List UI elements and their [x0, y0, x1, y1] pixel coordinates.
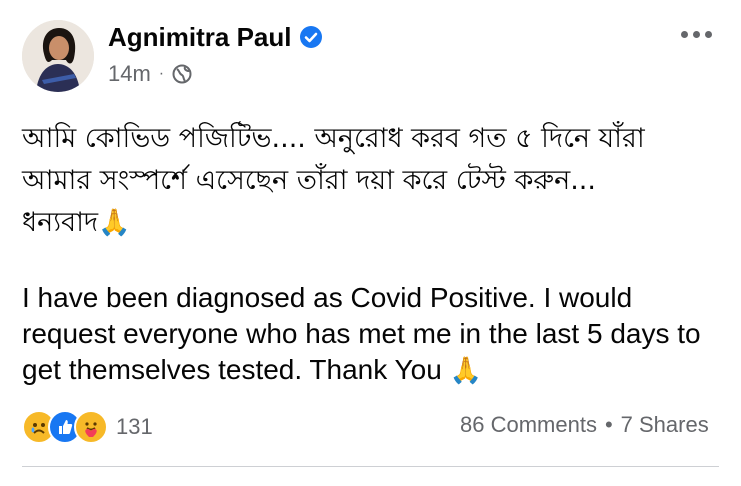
avatar[interactable]	[22, 20, 94, 92]
author-row: Agnimitra Paul	[108, 20, 323, 54]
reactions-summary[interactable]: 131	[22, 410, 153, 444]
folded-hands-icon: 🙏	[98, 208, 131, 238]
text-line: I have been diagnosed as Covid Positive.…	[22, 282, 633, 313]
dot-icon	[704, 30, 712, 38]
post-text-english: I have been diagnosed as Covid Positive.…	[22, 280, 722, 388]
text-line: আমি কোভিড পজিটিভ.... অনুরোধ করব গত ৫ দিন…	[22, 123, 645, 154]
more-options-button[interactable]	[676, 24, 716, 44]
profile-photo-icon	[22, 20, 94, 92]
stats-separator: •	[604, 412, 613, 437]
meta-separator: ·	[158, 65, 165, 82]
text-line: আমার সংস্পর্শে এসেছেন তাঁরা দয়া করে টেস…	[22, 165, 596, 196]
dot-icon	[680, 30, 688, 38]
divider	[22, 466, 719, 467]
text-line: ধন্যবাদ🙏	[22, 207, 131, 238]
shares-link[interactable]: 7 Shares	[621, 412, 709, 438]
timestamp[interactable]: 14m	[108, 60, 151, 88]
reaction-count[interactable]: 131	[116, 414, 153, 440]
post-text-bengali: আমি কোভিড পজিটিভ.... অনুরোধ করব গত ৫ দিন…	[22, 118, 722, 244]
verified-badge-icon	[300, 26, 323, 48]
globe-icon[interactable]	[172, 64, 192, 84]
care-reaction-icon	[74, 410, 108, 444]
facebook-post: Agnimitra Paul 14m · আমি কোভিড পজিটিভ...…	[0, 0, 741, 486]
comments-link[interactable]: 86 Comments	[460, 412, 597, 438]
text-line: get themselves tested. Thank You 🙏	[22, 354, 482, 385]
text-line: request everyone who has met me in the l…	[22, 318, 701, 349]
folded-hands-icon: 🙏	[449, 355, 482, 385]
engagement-stats: 86 Comments • 7 Shares	[460, 412, 709, 438]
dot-icon	[692, 30, 700, 38]
post-meta: 14m ·	[108, 60, 192, 88]
author-name[interactable]: Agnimitra Paul	[108, 20, 291, 54]
